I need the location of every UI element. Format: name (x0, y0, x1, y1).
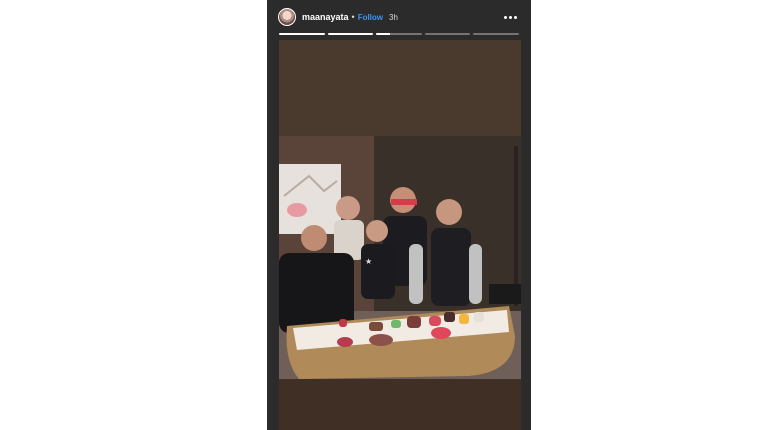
progress-segment (376, 33, 422, 35)
progress-segment (473, 33, 519, 35)
story-photo[interactable]: ★ (279, 136, 521, 379)
story-background-bottom (279, 379, 521, 430)
progress-segment-fill (376, 33, 390, 35)
avatar[interactable] (278, 8, 296, 26)
timestamp: 3h (389, 12, 398, 22)
separator-dot: • (351, 12, 355, 22)
progress-segment (424, 33, 471, 35)
progress-segment-fill (279, 33, 325, 35)
story-background-top (279, 40, 521, 136)
progress-segment-fill (327, 33, 374, 35)
story-viewer: maanayata • Follow 3h ★ (267, 0, 531, 430)
svg-text:★: ★ (365, 257, 372, 266)
story-progress-bar (279, 33, 519, 35)
more-options-icon[interactable] (500, 12, 521, 23)
progress-segment (279, 33, 325, 35)
username[interactable]: maanayata (302, 12, 349, 22)
progress-segment (327, 33, 374, 35)
photo-illustration: ★ (279, 136, 521, 379)
story-header: maanayata • Follow 3h (278, 6, 521, 28)
follow-button[interactable]: Follow (358, 13, 383, 22)
